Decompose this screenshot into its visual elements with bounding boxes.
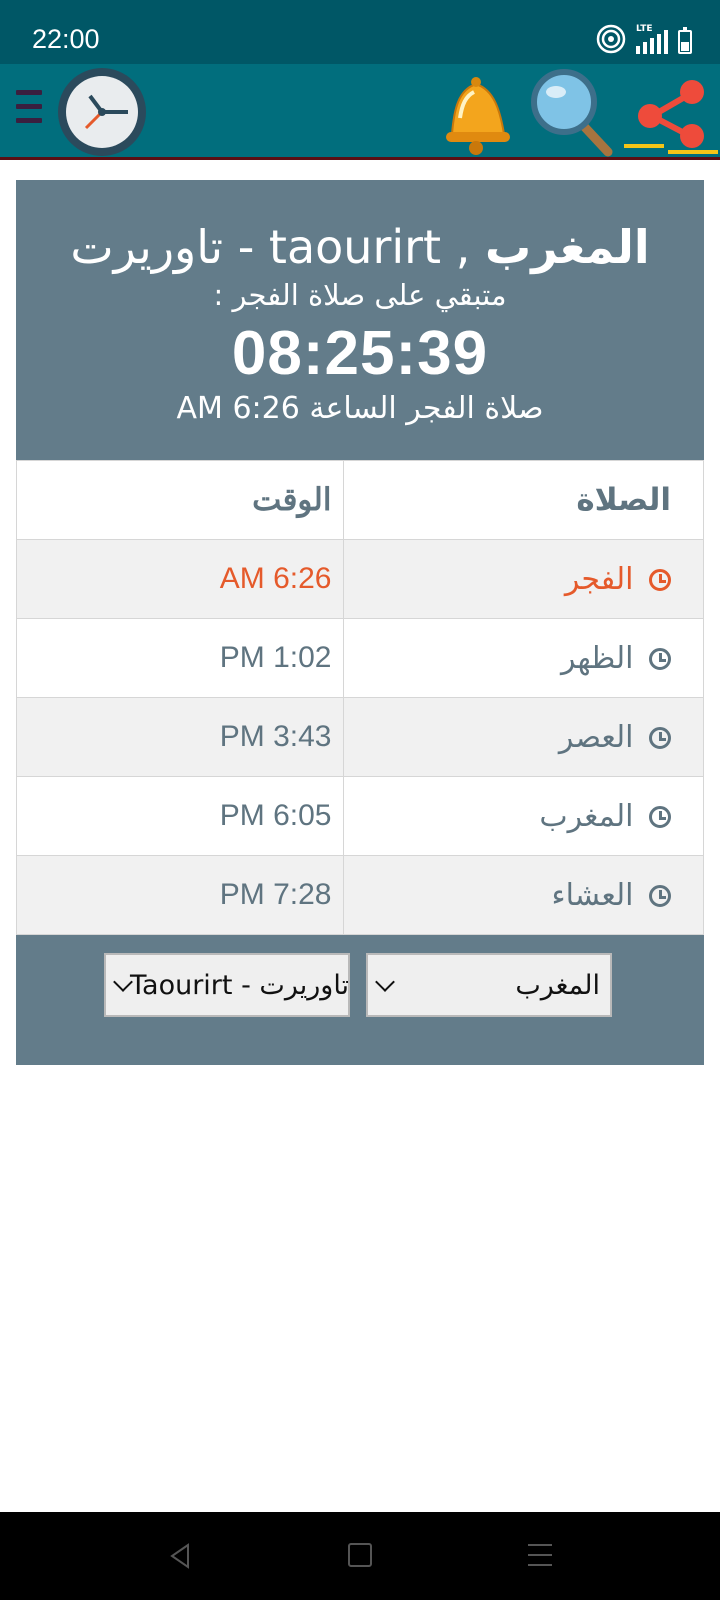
- prayer-time: PM 3:43: [15, 697, 345, 777]
- country-select-value: المغرب: [515, 969, 600, 1001]
- clock-icon: [649, 806, 671, 828]
- clock-icon: [649, 569, 671, 591]
- app-bar: [0, 64, 720, 160]
- home-icon[interactable]: [348, 1543, 372, 1567]
- location-country: المغرب: [484, 220, 650, 274]
- prayer-time: PM 7:28: [15, 855, 345, 935]
- prayer-name: الفجر: [343, 539, 704, 619]
- table-header: الوقت الصلاة: [15, 460, 704, 540]
- battery-icon: [678, 27, 692, 54]
- clock-icon: [649, 648, 671, 670]
- system-nav-bar: [0, 1512, 720, 1600]
- header-prayer: الصلاة: [343, 460, 704, 540]
- header-time: الوقت: [15, 460, 345, 540]
- countdown-panel: المغرب , taourirt - تاوريرت متبقي على صل…: [16, 180, 704, 460]
- countdown-timer: 08:25:39: [231, 319, 489, 388]
- location-title: المغرب , taourirt - تاوريرت: [16, 180, 704, 274]
- table-row: PM 3:43 العصر: [15, 697, 704, 777]
- clock-icon: [649, 885, 671, 907]
- table-row: PM 1:02 الظهر: [15, 618, 704, 698]
- location-selectors: Taourirt - تاوريرت المغرب: [16, 935, 704, 1063]
- next-prayer-text: صلاة الفجر الساعة 6:26 AM: [176, 391, 544, 426]
- back-icon[interactable]: [168, 1542, 192, 1570]
- remaining-label: متبقي على صلاة الفجر :: [213, 278, 507, 312]
- prayer-times-table: الوقت الصلاة AM 6:26 الفجر PM 1:02 الظهر…: [15, 460, 704, 935]
- table-row: PM 6:05 المغرب: [15, 776, 704, 856]
- prayer-time: PM 1:02: [15, 618, 345, 698]
- city-select-value: Taourirt - تاوريرت: [130, 969, 350, 1001]
- clock-logo-icon: [58, 68, 146, 156]
- search-icon[interactable]: [526, 66, 618, 160]
- location-separator: ,: [441, 220, 485, 274]
- prayer-name: المغرب: [343, 776, 704, 856]
- network-label: LTE: [636, 24, 653, 34]
- signal-icon: LTE: [636, 24, 668, 54]
- status-time: 22:00: [32, 24, 100, 54]
- table-row: PM 7:28 العشاء: [15, 855, 704, 935]
- menu-icon[interactable]: [16, 90, 42, 130]
- status-icons: LTE: [596, 24, 692, 54]
- bell-icon[interactable]: [430, 70, 522, 158]
- country-select[interactable]: المغرب: [366, 953, 612, 1017]
- clock-icon: [649, 727, 671, 749]
- table-row: AM 6:26 الفجر: [15, 539, 704, 619]
- status-bar: 22:00 LTE: [0, 0, 720, 64]
- prayer-card: المغرب , taourirt - تاوريرت متبقي على صل…: [15, 180, 704, 1065]
- city-select[interactable]: Taourirt - تاوريرت: [104, 953, 350, 1017]
- prayer-name: الظهر: [343, 618, 704, 698]
- location-city: taourirt - تاوريرت: [70, 220, 442, 274]
- prayer-time: AM 6:26: [15, 539, 345, 619]
- hotspot-icon: [596, 24, 626, 54]
- prayer-name: العصر: [343, 697, 704, 777]
- share-icon[interactable]: [624, 78, 720, 156]
- recents-icon[interactable]: [528, 1544, 552, 1574]
- prayer-name: العشاء: [343, 855, 704, 935]
- prayer-time: PM 6:05: [15, 776, 345, 856]
- chevron-down-icon: [375, 972, 395, 992]
